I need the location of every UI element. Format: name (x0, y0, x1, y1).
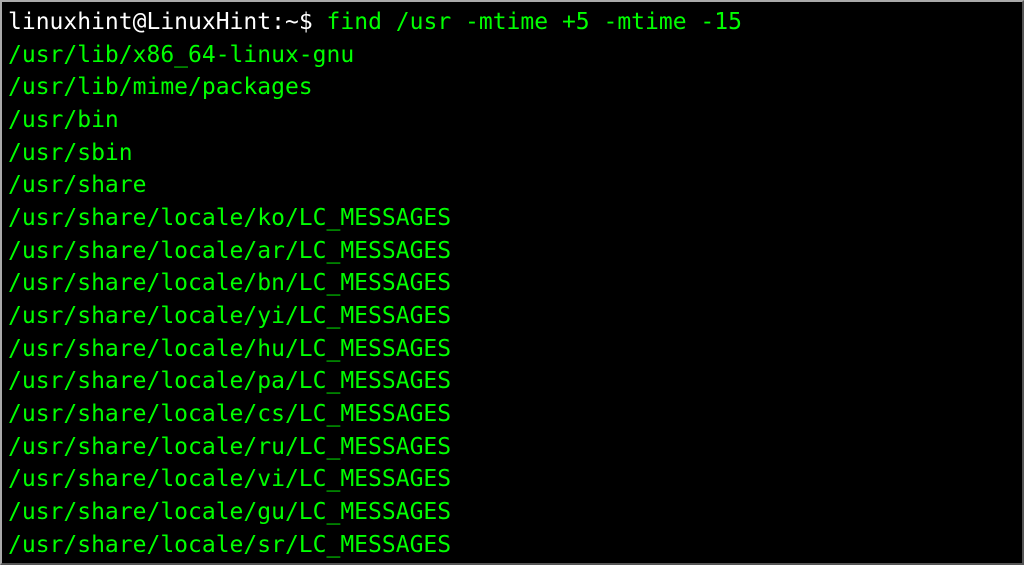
output-line: /usr/share (8, 169, 1016, 202)
command-text: find /usr -mtime +5 -mtime -15 (327, 9, 742, 35)
prompt-user-host: linuxhint@LinuxHint (8, 9, 271, 35)
output-line: /usr/share/locale/sr/LC_MESSAGES (8, 529, 1016, 562)
output-line: /usr/share/locale/ko/LC_MESSAGES (8, 202, 1016, 235)
output-line: /usr/lib/mime/packages (8, 71, 1016, 104)
prompt-space (313, 9, 327, 35)
command-line[interactable]: linuxhint@LinuxHint:~$ find /usr -mtime … (8, 6, 1016, 39)
output-line: /usr/share/locale/hu/LC_MESSAGES (8, 333, 1016, 366)
output-line: /usr/share/locale/ru/LC_MESSAGES (8, 431, 1016, 464)
output-line: /usr/sbin (8, 137, 1016, 170)
output-line: /usr/lib/x86_64-linux-gnu (8, 39, 1016, 72)
output-line: /usr/share/locale/cs/LC_MESSAGES (8, 398, 1016, 431)
prompt-separator: : (271, 9, 285, 35)
output-line: /usr/share/locale/bn/LC_MESSAGES (8, 267, 1016, 300)
output-line: /usr/share/locale/pa/LC_MESSAGES (8, 365, 1016, 398)
output-line: /usr/share/locale/vi/LC_MESSAGES (8, 463, 1016, 496)
output-line: /usr/share/locale/gu/LC_MESSAGES (8, 496, 1016, 529)
prompt-path: ~ (285, 9, 299, 35)
prompt-symbol: $ (299, 9, 313, 35)
output-line: /usr/share/locale/yi/LC_MESSAGES (8, 300, 1016, 333)
output-line: /usr/share/locale/ar/LC_MESSAGES (8, 235, 1016, 268)
output-line: /usr/bin (8, 104, 1016, 137)
